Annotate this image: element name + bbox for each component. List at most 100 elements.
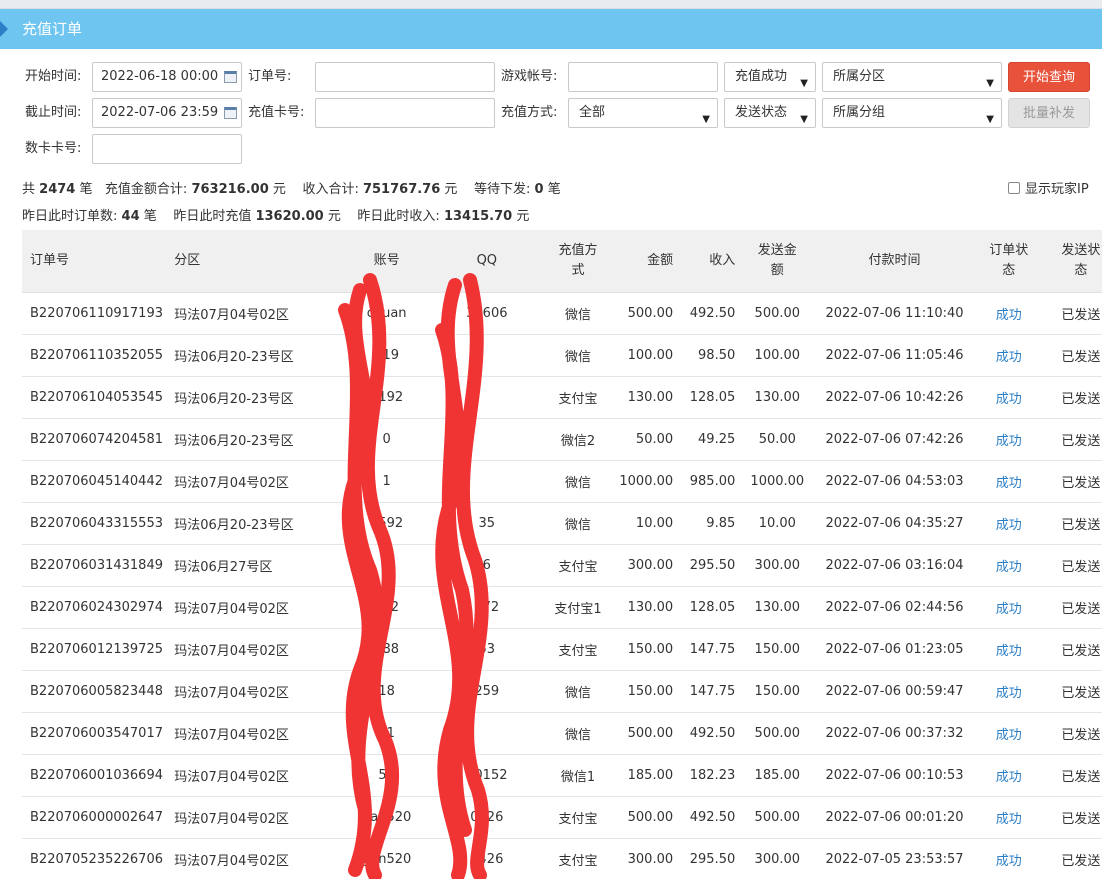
recharge-method-value: 全部	[579, 105, 606, 120]
cell-amount: 1000.00	[619, 460, 682, 503]
group-value: 所属分组	[833, 105, 886, 120]
cell-order-status[interactable]: 成功	[977, 460, 1040, 503]
cell-order-no: B220706003547017	[22, 712, 167, 755]
cell-order-no: B220706110352055	[22, 334, 167, 377]
cell-send-amount: 130.00	[743, 586, 812, 629]
cell-send-status: 已发送	[1039, 460, 1102, 503]
total-count: 2474	[39, 182, 76, 197]
cell-qq	[436, 460, 537, 503]
cell-send-status: 已发送	[1039, 754, 1102, 797]
cell-order-no: B220706043315553	[22, 502, 167, 545]
cell-amount: 100.00	[619, 334, 682, 377]
cell-order-status[interactable]: 成功	[977, 292, 1040, 335]
cell-pay-time: 2022-07-06 04:53:03	[811, 460, 978, 503]
cell-qq	[436, 376, 537, 419]
zone-value: 所属分区	[833, 69, 886, 84]
cell-send-amount: 500.00	[743, 712, 812, 755]
cell-method: 微信	[536, 670, 620, 713]
cell-pay-time: 2022-07-06 10:42:26	[811, 376, 978, 419]
cell-account: 1	[336, 460, 437, 503]
cell-pay-time: 2022-07-06 03:16:04	[811, 544, 978, 587]
show-ip-toggle[interactable]: 显示玩家IP	[1008, 181, 1089, 199]
cell-order-status[interactable]: 成功	[977, 376, 1040, 419]
header-zone: 分区	[166, 230, 337, 293]
table-row: B220706110917193 玛法07月04号02区 chuan 38606 微信 5…	[22, 292, 1102, 335]
cell-send-amount: 300.00	[743, 838, 812, 879]
group-select[interactable]: 所属分组 ▼	[822, 98, 1002, 128]
query-button[interactable]: 开始查询	[1008, 62, 1090, 92]
yesterday-recharge-unit: 元	[327, 209, 341, 224]
cell-amount: 500.00	[619, 292, 682, 335]
cell-order-no: B220706110917193	[22, 292, 167, 335]
cell-zone: 玛法07月04号02区	[166, 292, 337, 335]
calendar-icon[interactable]	[224, 71, 237, 83]
page-title: 充值订单	[22, 20, 83, 38]
cell-order-no: B220706031431849	[22, 544, 167, 587]
start-time-input[interactable]: 2022-06-18 00:00	[92, 62, 242, 92]
table-row: B220706104053545 玛法06月20-23号区 1192 支付宝 130.0…	[22, 376, 1102, 419]
recharge-method-label: 充值方式:	[501, 105, 558, 120]
cell-income: 492.50	[681, 796, 744, 839]
cell-income: 98.50	[681, 334, 744, 377]
yesterday-income-unit: 元	[516, 209, 530, 224]
cell-method: 支付宝	[536, 544, 620, 587]
yesterday-orders-value: 44	[121, 209, 140, 224]
start-time-value: 2022-06-18 00:00	[101, 69, 219, 84]
cell-income: 128.05	[681, 376, 744, 419]
header-account: 账号	[336, 230, 437, 293]
orders-table: 订单号 分区 账号 QQ 充值方式 金额 收入 发送金额 付款时间 订单状态 发…	[22, 230, 1102, 879]
cell-order-status[interactable]: 成功	[977, 712, 1040, 755]
table-row: B220706024302974 玛法07月04号02区 172 172 支付宝1 130…	[22, 586, 1102, 629]
cell-account: chuan	[336, 292, 437, 335]
recharge-card-input[interactable]	[315, 98, 495, 128]
calendar-icon[interactable]	[224, 107, 237, 119]
cell-order-status[interactable]: 成功	[977, 544, 1040, 587]
header-send-amount-line2: 额	[770, 262, 784, 278]
cell-method: 微信2	[536, 418, 620, 461]
cell-order-status[interactable]: 成功	[977, 754, 1040, 797]
show-ip-checkbox[interactable]	[1008, 182, 1020, 194]
header-send-status-line2: 态	[1074, 262, 1088, 278]
cell-send-status: 已发送	[1039, 292, 1102, 335]
table-row: B220706012139725 玛法07月04号02区 188 53 支付宝 150.0…	[22, 628, 1102, 671]
cell-order-status[interactable]: 成功	[977, 838, 1040, 879]
cell-account: gan520	[336, 838, 437, 879]
cell-pay-time: 2022-07-06 04:35:27	[811, 502, 978, 545]
cell-order-status[interactable]: 成功	[977, 796, 1040, 839]
card-no-input[interactable]	[92, 134, 242, 164]
game-account-input[interactable]	[568, 62, 718, 92]
cell-order-status[interactable]: 成功	[977, 586, 1040, 629]
send-status-select[interactable]: 发送状态 ▼	[724, 98, 816, 128]
cell-order-status[interactable]: 成功	[977, 334, 1040, 377]
cell-send-amount: 150.00	[743, 670, 812, 713]
recharge-method-select[interactable]: 全部 ▼	[568, 98, 718, 128]
header-send-status: 发送状态	[1039, 230, 1102, 293]
table-row: B220706000002647 玛法07月04号02区 gan520 0426 支付宝…	[22, 796, 1102, 839]
cell-zone: 玛法06月20-23号区	[166, 376, 337, 419]
batch-resend-button[interactable]: 批量补发	[1008, 98, 1090, 128]
end-time-input[interactable]: 2022-07-06 23:59	[92, 98, 242, 128]
table-row: B220706001036694 玛法07月04号02区 50 50152 微信1 185…	[22, 754, 1102, 797]
recharge-status-value: 充值成功	[735, 69, 788, 84]
zone-select[interactable]: 所属分区 ▼	[822, 62, 1002, 92]
cell-order-status[interactable]: 成功	[977, 502, 1040, 545]
cell-pay-time: 2022-07-06 00:37:32	[811, 712, 978, 755]
order-no-input[interactable]	[315, 62, 495, 92]
recharge-status-select[interactable]: 充值成功 ▼	[724, 62, 816, 92]
cell-qq	[436, 334, 537, 377]
cell-order-status[interactable]: 成功	[977, 418, 1040, 461]
cell-order-status[interactable]: 成功	[977, 670, 1040, 713]
cell-amount: 300.00	[619, 838, 682, 879]
cell-method: 支付宝	[536, 796, 620, 839]
cell-zone: 玛法07月04号02区	[166, 628, 337, 671]
cell-send-amount: 500.00	[743, 292, 812, 335]
cell-method: 支付宝	[536, 628, 620, 671]
cell-zone: 玛法07月04号02区	[166, 712, 337, 755]
cell-account: 119	[336, 334, 437, 377]
cell-method: 微信1	[536, 754, 620, 797]
cell-order-status[interactable]: 成功	[977, 628, 1040, 671]
yesterday-income-value: 13415.70	[443, 209, 513, 224]
yesterday-orders-label: 昨日此时订单数:	[22, 209, 118, 224]
income-value: 751767.76	[362, 182, 441, 197]
cell-send-status: 已发送	[1039, 796, 1102, 839]
